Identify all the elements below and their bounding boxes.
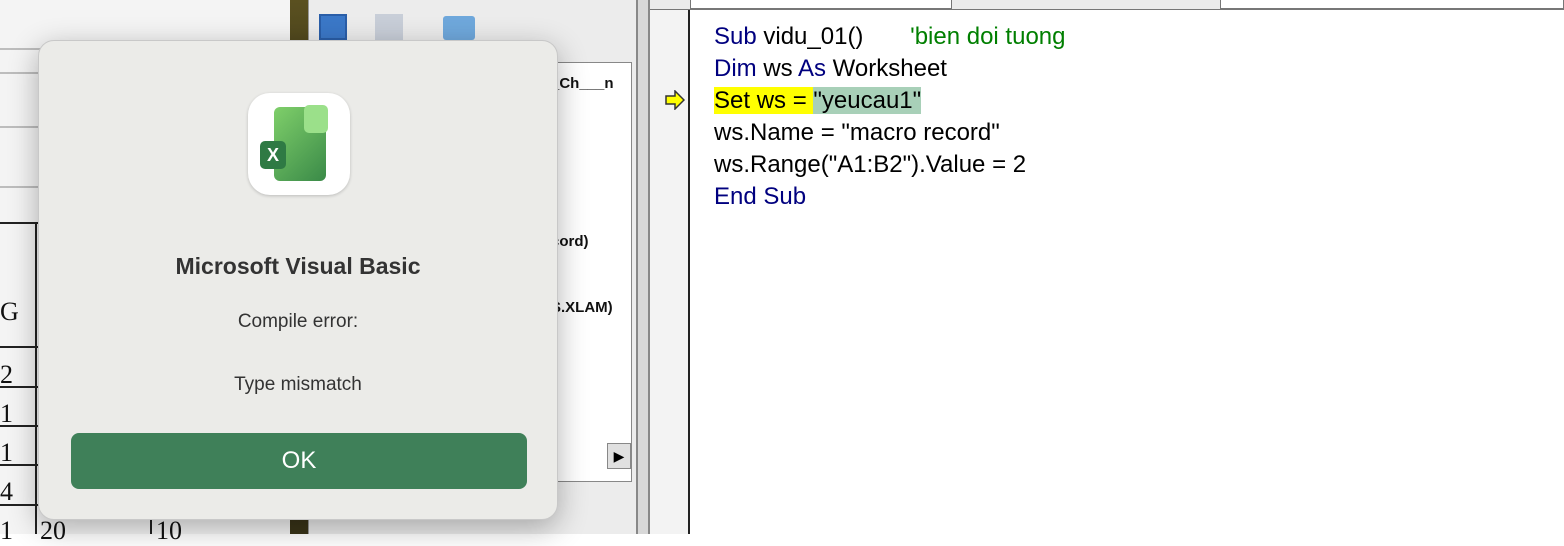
code-line[interactable]: Dim ws As Worksheet <box>714 53 947 85</box>
code-token: As <box>798 55 827 82</box>
folder-icon[interactable] <box>443 16 475 40</box>
view-code-icon[interactable] <box>375 14 403 40</box>
code-line[interactable]: ws.Name = "macro record" <box>714 117 1000 149</box>
cell[interactable]: 2 <box>0 360 13 390</box>
code-line[interactable]: ws.Range("A1:B2").Value = 2 <box>714 149 1026 181</box>
code-token: 'bien doi tuong <box>910 23 1066 50</box>
code-token: ws <box>756 55 798 82</box>
object-dropdown[interactable] <box>690 0 952 9</box>
code-token: Set ws = <box>714 87 814 114</box>
code-line[interactable]: Set ws = "yeucau1" <box>714 85 922 117</box>
code-token: Dim <box>714 55 757 82</box>
code-token: "yeucau1" <box>813 87 922 114</box>
error-dialog: X Microsoft Visual Basic Compile error: … <box>38 40 558 520</box>
code-line[interactable]: End Sub <box>714 181 806 213</box>
column-header-g: G <box>0 297 19 326</box>
cell[interactable]: 1 <box>0 399 13 429</box>
dialog-message: Type mismatch <box>234 374 362 395</box>
code-token: vidu_01() <box>756 23 911 50</box>
cell[interactable]: 20 <box>40 516 66 546</box>
excel-app-icon: X <box>248 93 350 195</box>
tree-item[interactable]: _Ch___n <box>551 75 614 92</box>
cell[interactable]: 1 <box>0 438 13 468</box>
code-token: Worksheet <box>826 55 947 82</box>
code-token: Sub <box>714 23 757 50</box>
scroll-right-arrow-icon[interactable]: ▶ <box>607 443 631 469</box>
cell[interactable]: 10 <box>156 516 182 546</box>
ok-button[interactable]: OK <box>71 433 527 489</box>
code-token: End Sub <box>714 183 807 210</box>
code-token: ws.Name = "macro record" <box>714 119 1000 146</box>
view-object-icon[interactable] <box>319 14 347 40</box>
dialog-title: Microsoft Visual Basic <box>175 253 421 279</box>
execution-pointer-arrow-icon <box>665 90 685 110</box>
splitter[interactable] <box>636 0 650 534</box>
cell[interactable]: 1 <box>0 516 13 546</box>
tree-item[interactable]: S.XLAM) <box>551 299 613 316</box>
cell[interactable]: 4 <box>0 477 13 507</box>
code-window-toolbar <box>650 0 1564 10</box>
code-token: ws.Range("A1:B2").Value = 2 <box>714 151 1027 178</box>
margin-indicator-bar[interactable] <box>650 10 690 534</box>
dialog-heading: Compile error: <box>237 311 359 332</box>
procedure-dropdown[interactable] <box>1220 0 1564 9</box>
code-line[interactable]: Sub vidu_01() 'bien doi tuong <box>714 21 1066 53</box>
